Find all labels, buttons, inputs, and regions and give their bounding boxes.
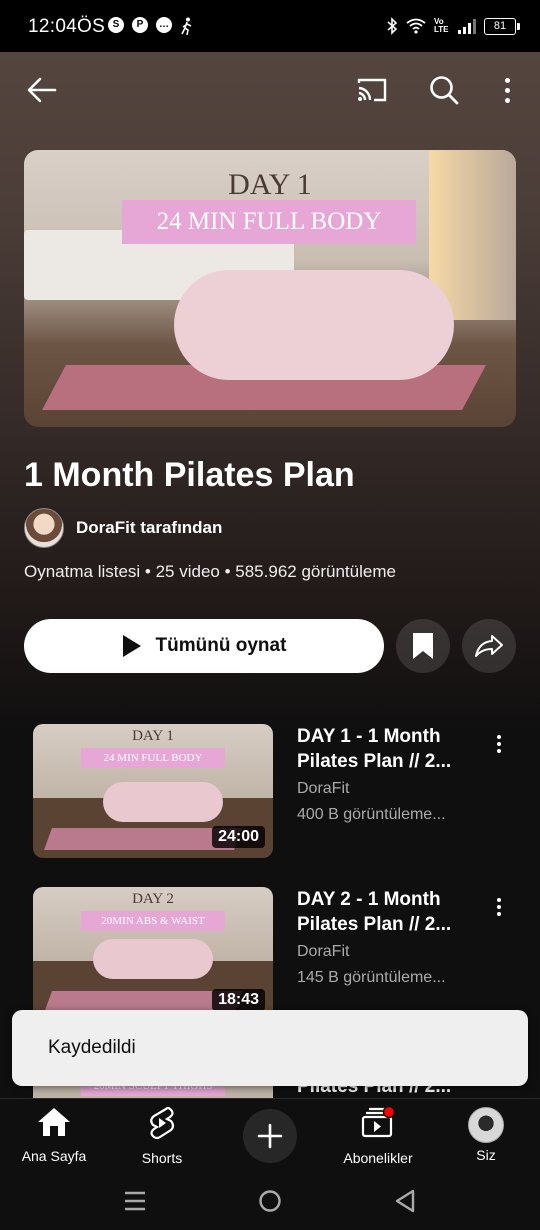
- search-icon: [430, 76, 459, 105]
- nav-subscriptions[interactable]: Abonelikler: [324, 1105, 432, 1166]
- owner-name[interactable]: DoraFit tarafından: [76, 518, 222, 538]
- cast-button[interactable]: [352, 70, 392, 110]
- cast-icon: [357, 78, 387, 102]
- video-views: 400 B görüntüleme...: [297, 806, 446, 823]
- notification-dot: [382, 1105, 396, 1119]
- video-title[interactable]: DAY 1 - 1 Month Pilates Plan // 2...: [297, 724, 497, 774]
- more-vert-icon: [504, 77, 510, 83]
- play-all-label: Tümünü oynat: [155, 635, 287, 656]
- save-playlist-button[interactable]: [396, 619, 450, 673]
- nav-you-label: Siz: [476, 1147, 496, 1163]
- app-notification-icon: S: [108, 17, 124, 33]
- nav-shorts[interactable]: Shorts: [108, 1106, 216, 1166]
- nav-you[interactable]: Siz: [432, 1107, 540, 1163]
- pinterest-icon: P: [132, 17, 148, 33]
- signal-icon: [458, 18, 476, 34]
- search-button[interactable]: [424, 70, 464, 110]
- video-more-button[interactable]: [489, 893, 509, 921]
- more-vert-icon: [497, 898, 501, 902]
- shorts-icon: [150, 1106, 175, 1140]
- video-duration: 24:00: [212, 826, 265, 848]
- volte-indicator: Vo LTE: [434, 17, 449, 34]
- play-icon: [122, 635, 141, 657]
- thumbnail-banner: 20MIN ABS & WAIST: [81, 911, 225, 931]
- thumbnail-banner: 24 MIN FULL BODY: [81, 748, 225, 768]
- share-icon: [475, 635, 503, 657]
- status-time: 12:04ÖS: [28, 16, 106, 37]
- back-triangle-icon[interactable]: [394, 1189, 416, 1213]
- video-views: 145 B görüntüleme...: [297, 969, 446, 986]
- person-shape: [174, 270, 454, 380]
- video-duration: 18:43: [212, 989, 265, 1011]
- nav-home-label: Ana Sayfa: [21, 1148, 87, 1164]
- status-bar: 12:04ÖS S P … Vo LTE 81: [0, 0, 540, 52]
- video-item[interactable]: DAY 2 20MIN ABS & WAIST 18:43 DAY 2 - 1 …: [33, 887, 528, 1021]
- play-all-button[interactable]: Tümünü oynat: [24, 619, 384, 673]
- more-options-button[interactable]: [490, 70, 524, 110]
- playlist-owner[interactable]: DoraFit tarafından: [24, 508, 222, 548]
- nav-shorts-label: Shorts: [141, 1150, 183, 1166]
- home-circle-icon[interactable]: [258, 1189, 282, 1213]
- back-arrow-icon: [27, 77, 57, 103]
- video-thumbnail[interactable]: DAY 2 20MIN ABS & WAIST 18:43: [33, 887, 273, 1021]
- playlist-title: 1 Month Pilates Plan: [24, 456, 355, 494]
- playlist-meta: Oynatma listesi • 25 video • 585.962 gör…: [24, 562, 396, 581]
- video-item[interactable]: DAY 1 24 MIN FULL BODY 24:00 DAY 1 - 1 M…: [33, 724, 528, 858]
- bluetooth-icon: [387, 17, 398, 35]
- profile-avatar: [468, 1107, 504, 1143]
- create-button[interactable]: [243, 1109, 297, 1163]
- bookmark-icon: [413, 633, 433, 659]
- video-more-button[interactable]: [489, 730, 509, 758]
- owner-avatar[interactable]: [24, 508, 64, 548]
- plus-icon: [257, 1123, 283, 1149]
- nav-home[interactable]: Ana Sayfa: [0, 1107, 108, 1164]
- wifi-icon: [406, 18, 426, 34]
- playlist-hero-thumbnail[interactable]: DAY 1 24 MIN FULL BODY: [24, 150, 516, 427]
- recent-apps-icon[interactable]: [124, 1190, 146, 1212]
- saved-snackbar: Kaydedildi: [12, 1010, 528, 1086]
- system-navigation-bar: [0, 1174, 540, 1230]
- more-vert-icon: [497, 735, 501, 739]
- video-channel: DoraFit: [297, 780, 350, 797]
- nav-subscriptions-label: Abonelikler: [343, 1150, 413, 1166]
- walking-icon: [181, 17, 192, 35]
- thumbnail-day-label: DAY 2: [132, 891, 174, 907]
- home-icon: [38, 1108, 70, 1136]
- subscriptions-icon: [361, 1105, 396, 1138]
- hero-banner-label: 24 MIN FULL BODY: [122, 200, 416, 244]
- snackbar-message: Kaydedildi: [48, 1037, 136, 1058]
- bottom-navigation: Ana Sayfa Shorts Abonelikler Siz: [0, 1098, 540, 1175]
- video-thumbnail[interactable]: DAY 1 24 MIN FULL BODY 24:00: [33, 724, 273, 858]
- chat-icon: …: [156, 17, 172, 33]
- back-button[interactable]: [22, 70, 62, 110]
- battery-indicator: 81: [484, 17, 520, 35]
- share-button[interactable]: [462, 619, 516, 673]
- video-title[interactable]: DAY 2 - 1 Month Pilates Plan // 2...: [297, 887, 497, 937]
- thumbnail-day-label: DAY 1: [132, 728, 174, 744]
- video-channel: DoraFit: [297, 943, 350, 960]
- hero-day-label: DAY 1: [228, 168, 312, 201]
